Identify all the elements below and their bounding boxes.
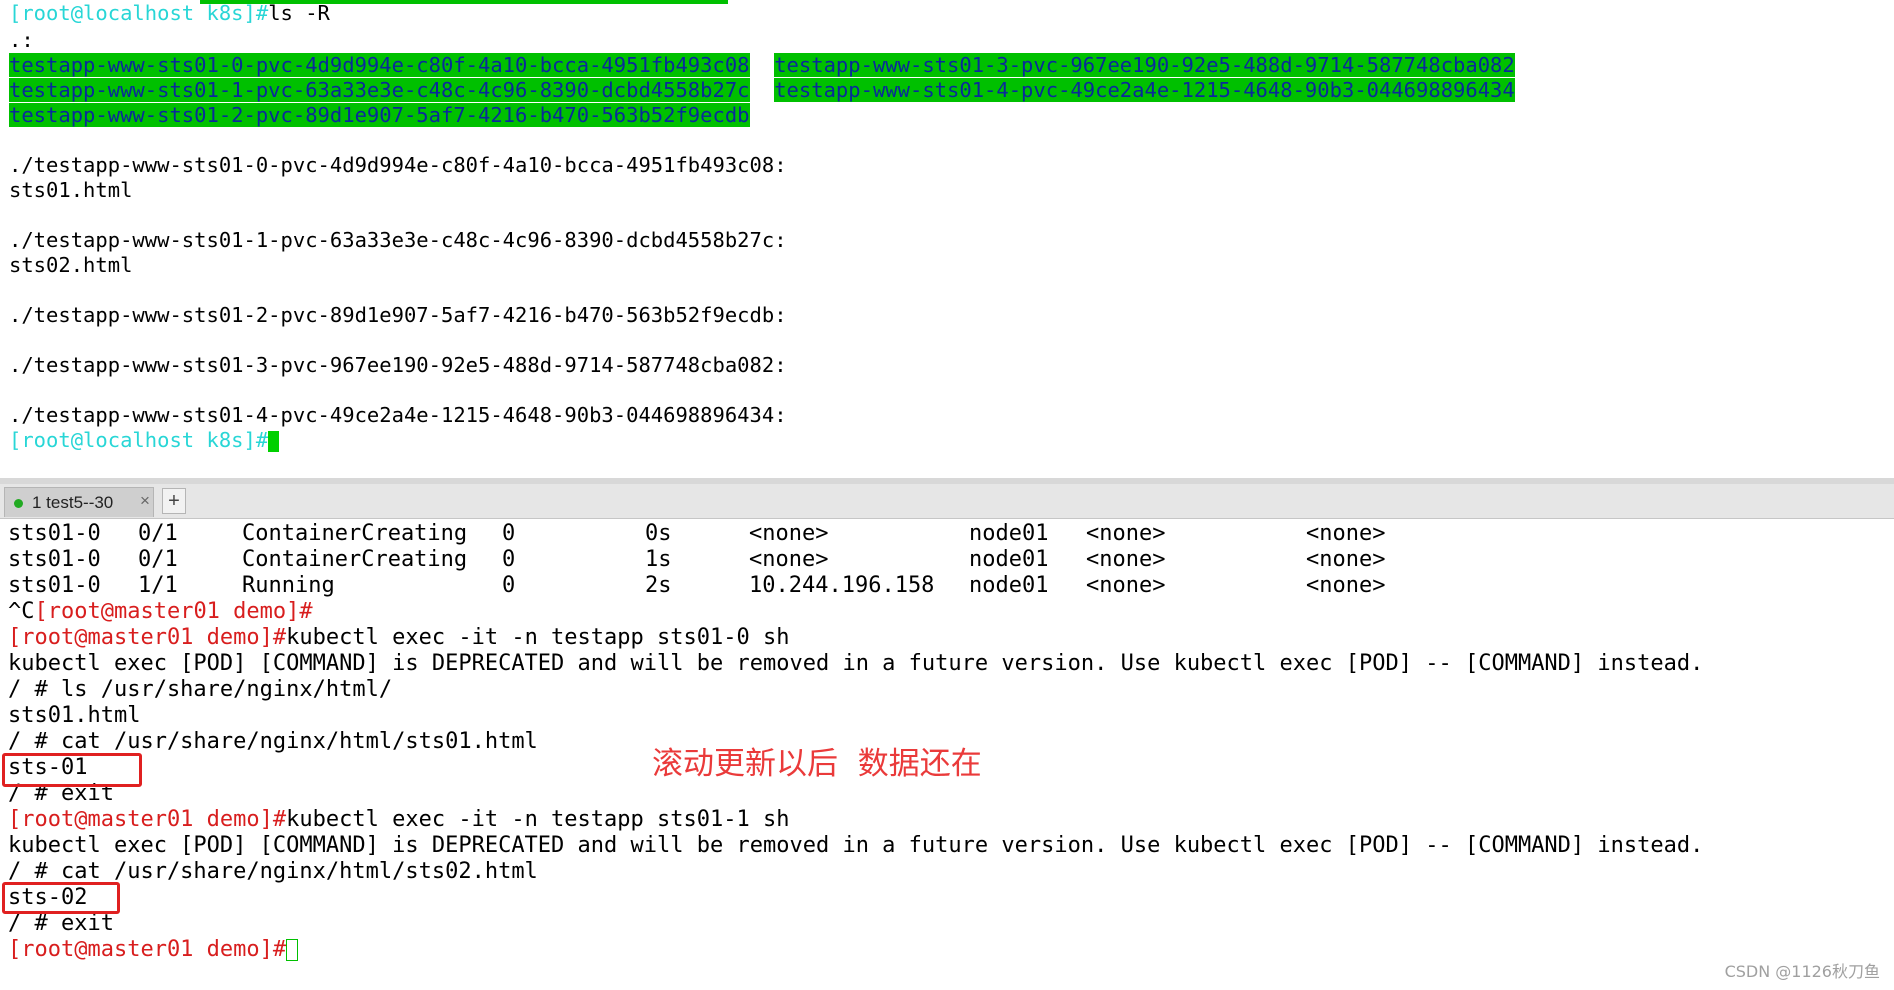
tab-label: 1 test5--30 [32,493,114,512]
top-terminal-pane[interactable]: [root@localhost k8s]#ls -R .: testapp-ww… [0,0,1894,484]
terminal-line: / # cat /usr/share/nginx/html/sts01.html [8,729,538,754]
command-text: kubectl exec -it -n testapp sts01-1 sh [286,807,790,832]
terminal-line: ./testapp-www-sts01-4-pvc-49ce2a4e-1215-… [9,403,787,427]
terminal-line: [root@localhost k8s]#ls -R [9,1,330,26]
pod-status-row: sts01-0 0/1 ContainerCreating 0 0s <none> node… [8,521,1385,547]
pvc-dir-entry: testapp-www-sts01-1-pvc-63a33e3e-c48c-4c… [9,78,750,102]
pod-ready: 1/1 [138,573,178,598]
pod-restarts: 0 [502,521,516,546]
terminal-line: kubectl exec [POD] [COMMAND] is DEPRECAT… [8,651,1704,676]
pod-ip: 10.244.196.158 [749,573,935,598]
pvc-dir-entry: testapp-www-sts01-0-pvc-4d9d994e-c80f-4a… [9,53,750,77]
pod-readiness-gates: <none> [1306,547,1386,572]
pod-restarts: 0 [502,573,516,598]
terminal-line: [root@master01 demo]#kubectl exec -it -n… [8,807,789,833]
tab-test5-30[interactable]: 1 test5--30 × [4,487,154,517]
pvc-dir-entry: testapp-www-sts01-2-pvc-89d1e907-5af7-42… [9,103,750,127]
terminal-line: ^C[root@master01 demo]# [8,599,313,625]
terminal-line: [root@master01 demo]# [8,937,299,963]
command-text: kubectl exec -it -n testapp sts01-0 sh [286,625,790,650]
terminal-line: [root@master01 demo]#kubectl exec -it -n… [8,625,789,651]
pod-readiness-gates: <none> [1306,521,1386,546]
add-tab-button[interactable]: + [162,488,186,514]
shell-prompt: [root@master01 demo]# [8,937,287,962]
pod-age: 1s [645,547,672,572]
shell-prompt: [root@master01 demo]# [8,625,287,650]
command-text: ls -R [268,1,330,25]
terminal-line: ./testapp-www-sts01-3-pvc-967ee190-92e5-… [9,353,787,377]
pod-nominated-node: <none> [1086,573,1166,598]
highlight-box-sts-02 [2,882,120,914]
shell-prompt: [root@master01 demo]# [34,599,313,624]
pod-status-row: sts01-0 0/1 ContainerCreating 0 1s <none> node… [8,547,1385,573]
close-tab-icon[interactable]: × [140,491,150,511]
highlight-box-sts-01 [2,753,142,787]
terminal-line: ./testapp-www-sts01-1-pvc-63a33e3e-c48c-… [9,228,787,252]
terminal-line: / # exit [8,911,114,936]
pod-name: sts01-0 [8,573,101,598]
pod-ready: 0/1 [138,547,178,572]
terminal-line: testapp-www-sts01-2-pvc-89d1e907-5af7-42… [9,103,750,128]
pod-age: 2s [645,573,672,598]
terminal-line: [root@localhost k8s]# [9,428,280,453]
terminal-line: kubectl exec [POD] [COMMAND] is DEPRECAT… [8,833,1704,858]
pod-name: sts01-0 [8,521,101,546]
shell-prompt: [root@localhost k8s]# [9,1,269,25]
pod-ready: 0/1 [138,521,178,546]
pvc-dir-entry: testapp-www-sts01-4-pvc-49ce2a4e-1215-46… [774,78,1515,102]
pod-status: ContainerCreating [242,521,468,546]
pod-nominated-node: <none> [1086,547,1166,572]
terminal-line: testapp-www-sts01-1-pvc-63a33e3e-c48c-4c… [9,78,1515,103]
pod-readiness-gates: <none> [1306,573,1386,598]
pod-node: node01 [969,573,1049,598]
pod-restarts: 0 [502,547,516,572]
shell-prompt: [root@master01 demo]# [8,807,287,832]
pod-ip: <none> [749,521,829,546]
shell-prompt: [root@localhost k8s]# [9,428,269,452]
pod-status: ContainerCreating [242,547,468,572]
pod-node: node01 [969,521,1049,546]
annotation-text: 滚动更新以后 数据还在 [652,746,982,782]
pod-ip: <none> [749,547,829,572]
connected-status-icon [14,499,23,508]
pod-status-row: sts01-0 1/1 Running 0 2s 10.244.196.158 node01… [8,573,1385,599]
pod-node: node01 [969,547,1049,572]
cursor-outline [286,939,299,961]
pod-nominated-node: <none> [1086,521,1166,546]
terminal-line: ./testapp-www-sts01-2-pvc-89d1e907-5af7-… [9,303,787,327]
pod-name: sts01-0 [8,547,101,572]
terminal-line: testapp-www-sts01-0-pvc-4d9d994e-c80f-4a… [9,53,1515,78]
terminal-line: sts01.html [8,703,141,728]
pod-age: 0s [645,521,672,546]
terminal-line: sts02.html [9,253,133,277]
watermark: CSDN @1126秋刀鱼 [1724,962,1880,981]
cursor-block [268,430,280,452]
terminal-line: sts01.html [9,178,133,202]
session-tab-bar: 1 test5--30 × + [0,484,1894,519]
interrupt-text: ^C [8,599,35,624]
terminal-line: .: [9,28,34,52]
pvc-dir-entry: testapp-www-sts01-3-pvc-967ee190-92e5-48… [774,53,1515,77]
pod-status: Running [242,573,335,598]
terminal-line: / # ls /usr/share/nginx/html/ [8,677,393,702]
terminal-line: ./testapp-www-sts01-0-pvc-4d9d994e-c80f-… [9,153,787,177]
